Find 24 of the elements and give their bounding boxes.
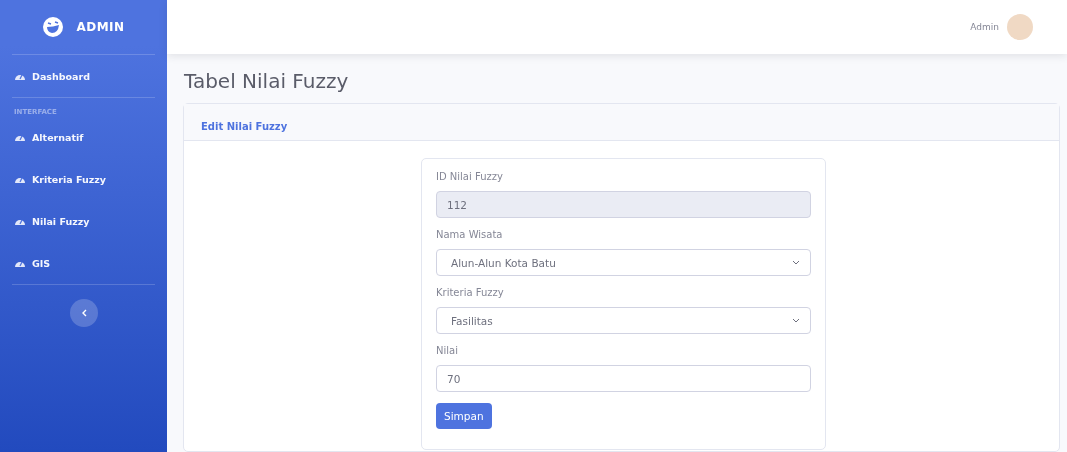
field-label: Nilai: [436, 345, 459, 356]
field-label: Kriteria Fuzzy: [436, 287, 505, 298]
sidebar-item[interactable]: Nilai Fuzzy: [0, 200, 167, 242]
readonly-field: 112: [436, 191, 811, 218]
save-button[interactable]: Simpan: [436, 403, 492, 429]
card-title: Edit Nilai Fuzzy: [201, 121, 288, 132]
chevron-left-icon: [80, 309, 87, 317]
select-field[interactable]: Fasilitas: [436, 307, 811, 334]
laughing-face-icon: [42, 16, 65, 38]
page-title: Tabel Nilai Fuzzy: [184, 69, 350, 93]
select-field[interactable]: Alun-Alun Kota Batu: [436, 249, 811, 276]
brand-name: ADMIN: [76, 20, 125, 34]
sidebar-item[interactable]: Dashboard: [0, 55, 167, 97]
user-name[interactable]: Admin: [970, 22, 999, 32]
field-label: Nama Wisata: [436, 229, 504, 240]
sidebar-item[interactable]: GIS: [0, 242, 167, 284]
chevron-down-icon: [792, 260, 800, 265]
sidebar-toggle-button[interactable]: [69, 299, 98, 327]
chevron-down-icon: [792, 318, 800, 323]
input-field[interactable]: 70: [436, 365, 811, 392]
sidebar-item[interactable]: Alternatif: [0, 116, 167, 158]
field-label: ID Nilai Fuzzy: [436, 171, 504, 182]
sidebar-item[interactable]: Kriteria Fuzzy: [0, 158, 167, 200]
avatar[interactable]: [1007, 14, 1033, 40]
